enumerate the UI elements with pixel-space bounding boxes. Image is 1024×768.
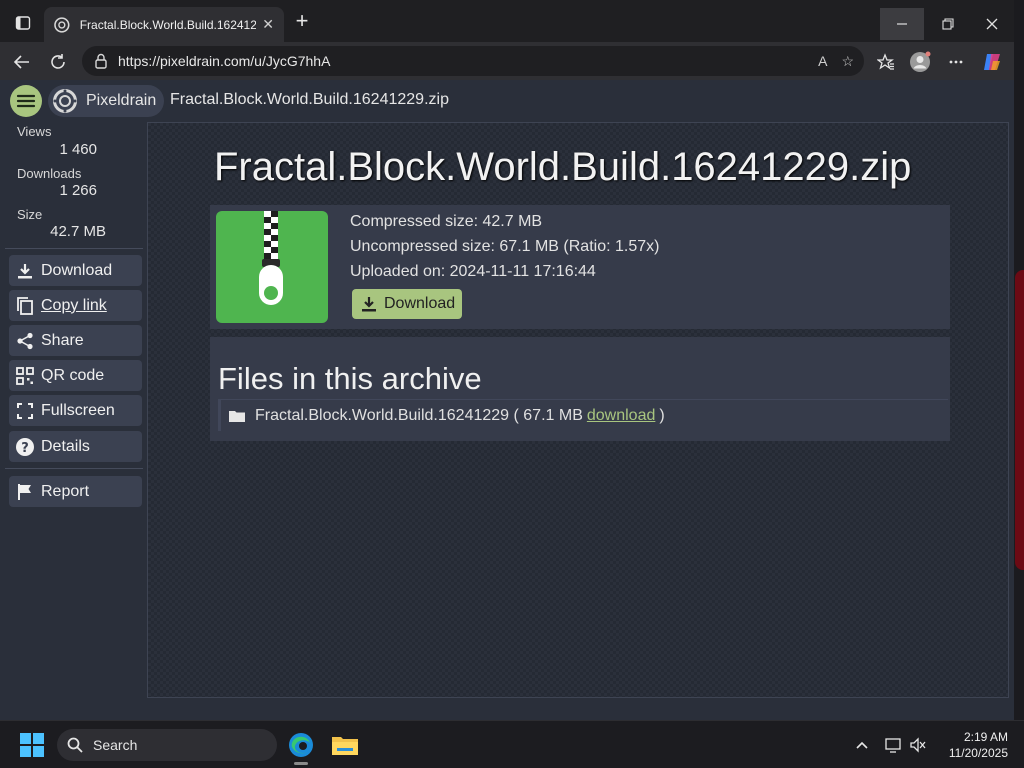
tray-overflow-chevron-icon[interactable] (852, 735, 872, 755)
sidebar-divider-2 (5, 468, 143, 469)
qr-code-button[interactable]: QR code (9, 360, 142, 391)
download-icon (15, 261, 35, 281)
archive-download-link[interactable]: download (587, 407, 656, 425)
sidebar-download-button[interactable]: Download (9, 255, 142, 286)
size-label: Size (17, 207, 43, 222)
svg-text:?: ? (21, 441, 29, 456)
more-menu-icon[interactable] (944, 50, 968, 74)
pixeldrain-logo-icon (53, 89, 77, 113)
zip-file-icon (216, 211, 328, 323)
archive-heading: Files in this archive (218, 361, 482, 396)
edge-taskbar-icon[interactable] (285, 729, 317, 765)
minimize-button[interactable] (880, 8, 924, 40)
file-explorer-icon[interactable] (329, 729, 361, 761)
windows-start-icon[interactable] (20, 733, 44, 757)
fullscreen-label: Fullscreen (41, 401, 115, 419)
taskbar: Search 2:19 AM 11/20/2025 (0, 720, 1024, 768)
help-icon: ? (15, 437, 35, 457)
favorites-icon[interactable] (874, 50, 898, 74)
archive-panel: Files in this archive Fractal.Block.Worl… (210, 337, 950, 441)
pixeldrain-page: Pixeldrain Fractal.Block.World.Build.162… (0, 80, 1014, 720)
folder-icon (229, 410, 245, 422)
views-value: 1 460 (59, 141, 97, 158)
new-tab-icon[interactable]: + (290, 10, 314, 34)
clock-date: 11/20/2025 (948, 746, 1008, 760)
download-button[interactable]: Download (352, 289, 462, 319)
read-aloud-icon[interactable]: A (818, 53, 827, 69)
uploaded-on: Uploaded on: 2024-11-11 17:16:44 (350, 263, 596, 280)
compressed-size: Compressed size: 42.7 MB (350, 213, 543, 230)
fullscreen-icon (15, 401, 35, 421)
copy-link-label: Copy link (41, 296, 107, 314)
uncompressed-size: Uncompressed size: 67.1 MB (Ratio: 1.57x… (350, 238, 660, 255)
qr-code-label: QR code (41, 366, 105, 384)
details-button[interactable]: ? Details (9, 431, 142, 462)
favorite-star-icon[interactable]: ☆ (841, 53, 854, 70)
file-viewer: Fractal.Block.World.Build.16241229.zip C… (147, 122, 1009, 698)
file-title: Fractal.Block.World.Build.16241229.zip (214, 145, 912, 189)
share-icon (15, 331, 35, 351)
taskbar-clock[interactable]: 2:19 AM 11/20/2025 (940, 729, 1008, 761)
refresh-icon[interactable] (46, 50, 70, 74)
menu-button[interactable] (10, 85, 42, 117)
file-info-panel: Compressed size: 42.7 MB Uncompressed si… (210, 205, 950, 329)
size-value: 42.7 MB (50, 223, 106, 240)
header-file-title: Fractal.Block.World.Build.16241229.zip (170, 91, 449, 108)
copy-link-button[interactable]: Copy link (9, 290, 142, 321)
address-bar[interactable]: https://pixeldrain.com/u/JycG7hhA A ☆ (82, 46, 864, 76)
views-label: Views (17, 124, 52, 139)
report-label: Report (41, 482, 90, 500)
taskbar-search[interactable]: Search (57, 729, 277, 761)
downloads-label: Downloads (17, 166, 82, 181)
clock-time: 2:19 AM (963, 730, 1008, 744)
flag-icon (15, 482, 35, 502)
report-button[interactable]: Report (9, 476, 142, 507)
tab-close-icon[interactable]: ✕ (262, 16, 274, 33)
active-app-indicator (294, 762, 308, 765)
sidebar: Views 1 460 Downloads 1 266 Size 42.7 MB… (0, 120, 145, 720)
download-button-label: Download (384, 295, 456, 312)
browser-tab[interactable]: Fractal.Block.World.Build.1624122 ✕ (44, 7, 284, 42)
archive-entry-close: ) (659, 406, 665, 424)
search-placeholder: Search (93, 737, 138, 753)
back-arrow-icon[interactable] (10, 50, 34, 74)
archive-entry: Fractal.Block.World.Build.16241229 ( 67.… (218, 399, 948, 431)
copilot-icon[interactable] (980, 50, 1004, 74)
hamburger-icon (16, 94, 36, 108)
profile-avatar[interactable] (908, 50, 932, 74)
lock-icon[interactable] (92, 52, 110, 70)
tab-title: Fractal.Block.World.Build.1624122 (79, 17, 257, 32)
close-window-button[interactable] (970, 8, 1014, 40)
downloads-value: 1 266 (59, 182, 97, 199)
brand-link[interactable]: Pixeldrain (48, 85, 164, 117)
share-button[interactable]: Share (9, 325, 142, 356)
restore-button[interactable] (926, 8, 970, 40)
tab-actions-icon[interactable] (8, 10, 38, 36)
search-icon (67, 737, 83, 753)
browser-toolbar: https://pixeldrain.com/u/JycG7hhA A ☆ (0, 42, 1014, 80)
share-label: Share (41, 331, 84, 349)
url-text[interactable]: https://pixeldrain.com/u/JycG7hhA (118, 53, 804, 69)
display-icon[interactable] (884, 735, 904, 755)
sidebar-download-label: Download (41, 261, 113, 279)
pixeldrain-favicon-icon (54, 16, 70, 33)
site-header: Pixeldrain Fractal.Block.World.Build.162… (0, 80, 1014, 120)
volume-muted-icon[interactable] (908, 735, 928, 755)
desktop-wallpaper-edge (1015, 270, 1024, 570)
details-label: Details (41, 437, 90, 455)
qr-code-icon (15, 366, 35, 386)
sidebar-divider (5, 248, 143, 249)
title-bar: Fractal.Block.World.Build.1624122 ✕ + (0, 0, 1014, 42)
browser-window: Fractal.Block.World.Build.1624122 ✕ + ht… (0, 0, 1014, 720)
fullscreen-button[interactable]: Fullscreen (9, 395, 142, 426)
brand-name: Pixeldrain (86, 92, 157, 109)
archive-entry-name: Fractal.Block.World.Build.16241229 ( 67.… (255, 406, 583, 424)
copy-icon (15, 296, 35, 316)
download-icon (360, 295, 378, 313)
